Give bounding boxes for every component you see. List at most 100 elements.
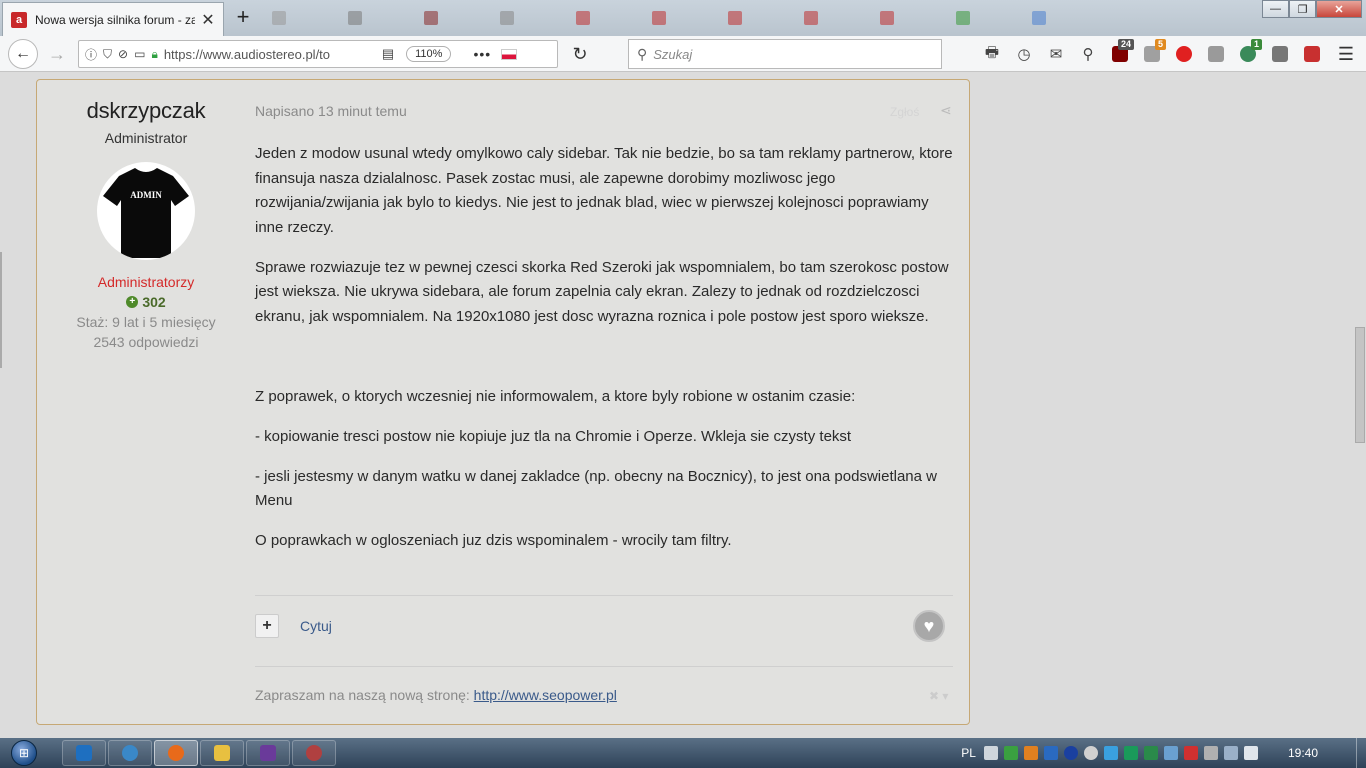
menu-icon[interactable]: ☰ [1334,42,1358,66]
permissions-icon[interactable]: ▭ [134,47,145,61]
reload-button[interactable]: ↻ [566,39,594,69]
multiquote-button[interactable]: + [255,614,279,638]
page-actions-icon[interactable]: ••• [473,46,491,62]
author-name[interactable]: dskrzypczak [37,98,255,124]
tray-orange-icon[interactable] [1023,746,1038,760]
lock-icon[interactable]: 🔒︎ [151,47,157,62]
keyboard-icon[interactable] [983,746,998,760]
security-icon[interactable] [1123,746,1138,760]
arrow-right-icon: → [48,43,66,64]
monitor-icon[interactable] [1143,746,1158,760]
s-extension-icon[interactable] [1264,41,1296,67]
minimize-icon[interactable]: — [1262,0,1289,18]
post-date[interactable]: Napisano 13 minut temu [255,103,407,119]
signature-link[interactable]: http://www.seopower.pl [474,687,617,703]
bulb-icon[interactable] [1083,746,1098,760]
clock[interactable]: 19:40 [1288,746,1318,760]
shield-icon[interactable]: ⛉ [103,47,112,62]
background-tab[interactable] [340,6,416,30]
background-tab[interactable] [948,6,1024,30]
maximize-icon[interactable]: ❐ [1289,0,1316,18]
tray-green-icon[interactable] [1003,746,1018,760]
explorer-task[interactable] [200,740,244,766]
post-paragraph: - kopiowanie tresci postow nie kopiuje j… [255,427,852,445]
d-extension-icon[interactable] [1296,41,1328,67]
alert-icon[interactable] [1183,746,1198,760]
language-indicator[interactable]: PL [961,746,976,760]
battery-icon[interactable] [1203,746,1218,760]
avatar[interactable]: ADMIN [97,162,195,260]
scrollbar[interactable] [1354,73,1366,738]
reputation: + 302 [37,294,255,310]
yandex-icon[interactable] [1168,41,1200,67]
background-tab[interactable] [416,6,492,30]
background-tab[interactable] [1024,6,1100,30]
print-icon[interactable]: 🖶︎ [976,41,1008,67]
author-group[interactable]: Administratorzy [37,274,255,290]
left-edge [0,252,2,368]
scrollbar-thumb[interactable] [1355,327,1365,443]
quote-button[interactable]: Cytuj [300,618,332,634]
back-button[interactable]: ← [8,39,38,69]
post-paragraph: Sprawe rozwiazuje tez w pewnej czesci sk… [255,258,949,325]
tool-task[interactable] [292,740,336,766]
history-icon[interactable]: ◷ [1008,41,1040,67]
taskbar: ⊞ PL 19:40 [0,738,1366,768]
background-tab[interactable] [568,6,644,30]
system-tray: PL 19:40 [961,738,1366,768]
zoom-indicator[interactable]: 110% [406,46,452,62]
url-text[interactable]: https://www.audiostereo.pl/to [164,47,346,62]
background-tab[interactable] [872,6,948,30]
tab-close-icon[interactable]: ✕ [201,10,215,30]
url-bar[interactable]: ⓘ ⛉ ⊘ ▭ 🔒︎ https://www.audiostereo.pl/to… [78,40,558,68]
background-tab[interactable] [492,6,568,30]
like-button[interactable]: ♥ [913,610,945,642]
show-desktop-button[interactable] [1356,738,1366,768]
author-panel: dskrzypczak Administrator ADMIN Administ… [37,80,255,350]
new-tab-button[interactable]: + [230,4,256,30]
start-button[interactable]: ⊞ [0,738,48,768]
signature-hide-icon[interactable]: ✖ ▾ [929,689,948,703]
forward-button[interactable]: → [42,39,72,69]
search-icon: ⚲ [637,45,648,62]
tracking-icon[interactable]: ⊘ [118,47,128,61]
outlook-task[interactable] [62,740,106,766]
outlook-tray-icon[interactable] [1043,746,1058,760]
ublock-icon[interactable]: 24 [1104,39,1136,67]
globe-task[interactable] [108,740,152,766]
info-icon[interactable]: ⓘ [85,46,97,63]
background-tab[interactable] [796,6,872,30]
signature: Zapraszam na naszą nową stronę: http://w… [255,687,617,703]
skype-icon[interactable] [1103,746,1118,760]
background-tab[interactable] [720,6,796,30]
sync-badge: 1 [1250,39,1262,50]
reader-view-icon[interactable]: ▤ [382,46,394,62]
extension-icon[interactable]: 5 [1136,39,1168,67]
arrow-left-icon: ← [15,45,31,62]
volume-icon[interactable] [1243,746,1258,760]
report-link[interactable]: Zgłoś [890,105,919,119]
sync-extension-icon[interactable]: 1 [1232,39,1264,67]
tray-icons [983,746,1258,760]
bluetooth-icon[interactable] [1063,746,1078,760]
tab-active[interactable]: a Nowa wersja silnika forum - zap ✕ [2,2,224,36]
extension-badge: 5 [1154,39,1166,50]
share-icon[interactable]: ⋖ [940,102,952,119]
search-placeholder: Szukaj [653,46,693,62]
mail-icon[interactable]: ✉ [1040,41,1072,67]
network-icon[interactable] [1163,746,1178,760]
shield-extension-icon[interactable] [1200,41,1232,67]
app-task[interactable] [246,740,290,766]
background-tab[interactable] [264,6,340,30]
signal-icon[interactable] [1223,746,1238,760]
search-icon[interactable]: ⚲ [1072,41,1104,67]
close-window-icon[interactable]: ✕ [1316,0,1362,18]
outlook-icon [76,745,92,761]
navigation-bar: ← → ⓘ ⛉ ⊘ ▭ 🔒︎ https://www.audiostereo.p… [0,36,1366,72]
firefox-task[interactable] [154,740,198,766]
reload-icon: ↻ [572,43,588,64]
polish-flag-icon[interactable] [501,48,518,60]
background-tab[interactable] [644,6,720,30]
search-bar[interactable]: ⚲ Szukaj [628,39,942,69]
